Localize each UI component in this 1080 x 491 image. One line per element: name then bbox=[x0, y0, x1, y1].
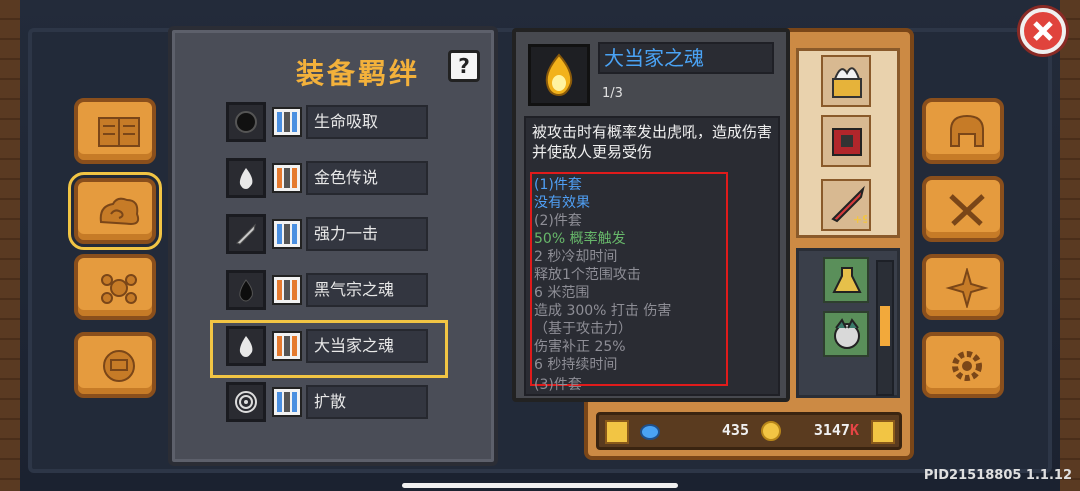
bond-name: 黑气宗之魂 bbox=[306, 273, 428, 307]
bond-icon-frame bbox=[226, 102, 266, 142]
bond-name: 金色传说 bbox=[306, 161, 428, 195]
bond-icon-frame bbox=[226, 158, 266, 198]
popup-count: 1/3 bbox=[602, 86, 623, 101]
popup-icon-frame bbox=[528, 44, 590, 106]
effect-line: 50% 概率触发 bbox=[534, 231, 626, 247]
bond-progress bbox=[272, 275, 302, 305]
bond-progress bbox=[272, 331, 302, 361]
white-flame-icon bbox=[239, 336, 253, 357]
bond-row[interactable]: 扩散 bbox=[216, 382, 438, 422]
helmet-tab[interactable] bbox=[922, 98, 1004, 164]
shield-tab[interactable] bbox=[74, 332, 156, 398]
resource-bar: 435 3147K bbox=[596, 412, 902, 450]
effect-line: 2 秒冷却时间 bbox=[534, 249, 618, 265]
red-sword-icon: +9 bbox=[831, 185, 867, 225]
potion-icon bbox=[832, 267, 862, 293]
black-flame-icon bbox=[239, 279, 253, 302]
bond-name: 强力一击 bbox=[306, 217, 428, 251]
inventory-slot[interactable] bbox=[823, 311, 869, 357]
bond-name: 生命吸取 bbox=[306, 105, 428, 139]
flower-gear-icon bbox=[101, 274, 137, 304]
effect-line: 6 秒持续时间 bbox=[534, 357, 618, 373]
swirl-cloud-icon bbox=[99, 197, 140, 226]
red-armor-icon bbox=[832, 128, 862, 156]
close-button[interactable] bbox=[1020, 8, 1066, 54]
effect-line: (3)件套 bbox=[534, 377, 582, 393]
bond-icon-frame bbox=[226, 270, 266, 310]
bond-detail-popup: 大当家之魂 1/3 被攻击时有概率发出虎吼，造成伤害并使敌人更易受伤 (1)件套… bbox=[512, 28, 790, 402]
bond-row[interactable]: 黑气宗之魂 bbox=[216, 270, 438, 310]
panel-title: 装备羁绊 bbox=[295, 57, 420, 90]
golden-flame-icon bbox=[545, 53, 573, 97]
bond-name: 扩散 bbox=[306, 385, 428, 419]
inventory-slot[interactable] bbox=[823, 257, 869, 303]
settings-tab[interactable] bbox=[922, 332, 1004, 398]
bond-row-selected[interactable]: 大当家之魂 bbox=[210, 320, 448, 378]
gem-count: 435 bbox=[721, 421, 749, 439]
sparkle-tab[interactable] bbox=[922, 254, 1004, 320]
effect-line: 没有效果 bbox=[534, 195, 590, 211]
help-button[interactable]: ? bbox=[448, 50, 480, 82]
bond-row[interactable]: 生命吸取 bbox=[216, 102, 438, 142]
book-icon bbox=[98, 117, 140, 147]
coin-icon bbox=[761, 421, 781, 441]
effect-line: 造成 300% 打击 伤害 bbox=[534, 303, 672, 319]
bond-progress bbox=[272, 219, 302, 249]
popup-body[interactable]: 被攻击时有概率发出虎吼，造成伤害并使敌人更易受伤 (1)件套 没有效果 (2)件… bbox=[524, 116, 780, 396]
bond-row[interactable]: 强力一击 bbox=[216, 214, 438, 254]
inventory-scrollbar[interactable] bbox=[876, 260, 894, 396]
equip-slot-armor[interactable] bbox=[821, 115, 871, 167]
coin-count: 3147K bbox=[795, 421, 859, 439]
gem-icon bbox=[640, 424, 660, 440]
gear-icon bbox=[952, 351, 982, 381]
left-wood-border bbox=[0, 0, 20, 491]
effect-line: (1)件套 bbox=[534, 177, 582, 193]
scrollbar-thumb[interactable] bbox=[880, 306, 890, 346]
bond-progress bbox=[272, 387, 302, 417]
crossed-swords-icon bbox=[949, 194, 985, 226]
bond-tab[interactable] bbox=[68, 172, 162, 250]
helmet-icon bbox=[950, 114, 984, 147]
beast-helmet-icon bbox=[834, 318, 860, 349]
close-icon bbox=[1033, 21, 1053, 41]
sparkle-icon bbox=[945, 268, 989, 308]
coin-suffix: K bbox=[849, 421, 859, 439]
ripple-icon bbox=[235, 391, 257, 413]
grid-view-button[interactable] bbox=[871, 420, 895, 444]
bond-panel: 装备羁绊 ? 生命吸取 金色传说 强力一击 黑气宗之魂 大当家之魂 扩散 bbox=[168, 26, 498, 466]
round-shield-icon bbox=[103, 350, 135, 382]
book-tab[interactable] bbox=[74, 98, 156, 164]
effect-line: 6 米范围 bbox=[534, 285, 590, 301]
coin-value: 3147 bbox=[813, 421, 850, 439]
effect-line: 释放1个范围攻击 bbox=[534, 267, 641, 283]
popup-title: 大当家之魂 bbox=[598, 42, 774, 74]
effect-line: （基于攻击力） bbox=[534, 321, 632, 337]
home-indicator[interactable] bbox=[402, 483, 678, 488]
svg-text:+9: +9 bbox=[853, 213, 867, 225]
equip-slot-weapon[interactable]: +9 bbox=[821, 179, 871, 231]
sword-icon bbox=[236, 223, 256, 245]
bond-progress bbox=[272, 107, 302, 137]
bond-icon-frame bbox=[226, 214, 266, 254]
bond-icon-frame bbox=[226, 382, 266, 422]
lock-button[interactable] bbox=[605, 420, 629, 444]
effect-line: (2)件套 bbox=[534, 213, 582, 229]
popup-description: 被攻击时有概率发出虎吼，造成伤害并使敌人更易受伤 bbox=[532, 123, 773, 161]
bond-icon-frame bbox=[226, 326, 266, 366]
effect-line: 伤害补正 25% bbox=[534, 339, 626, 355]
white-flame-icon bbox=[239, 168, 253, 189]
equip-slot-helmet[interactable] bbox=[821, 55, 871, 107]
swords-tab[interactable] bbox=[922, 176, 1004, 242]
right-wood-border bbox=[1060, 0, 1080, 491]
gear-cluster-tab[interactable] bbox=[74, 254, 156, 320]
feather-helmet-icon bbox=[832, 67, 862, 98]
equipment-slots: +9 bbox=[796, 48, 900, 238]
bond-progress bbox=[272, 163, 302, 193]
bond-name: 大当家之魂 bbox=[306, 329, 428, 363]
bond-row[interactable]: 金色传说 bbox=[216, 158, 438, 198]
dark-orb-icon bbox=[235, 111, 257, 133]
version-label: PID21518805 1.1.12 bbox=[923, 468, 1072, 483]
